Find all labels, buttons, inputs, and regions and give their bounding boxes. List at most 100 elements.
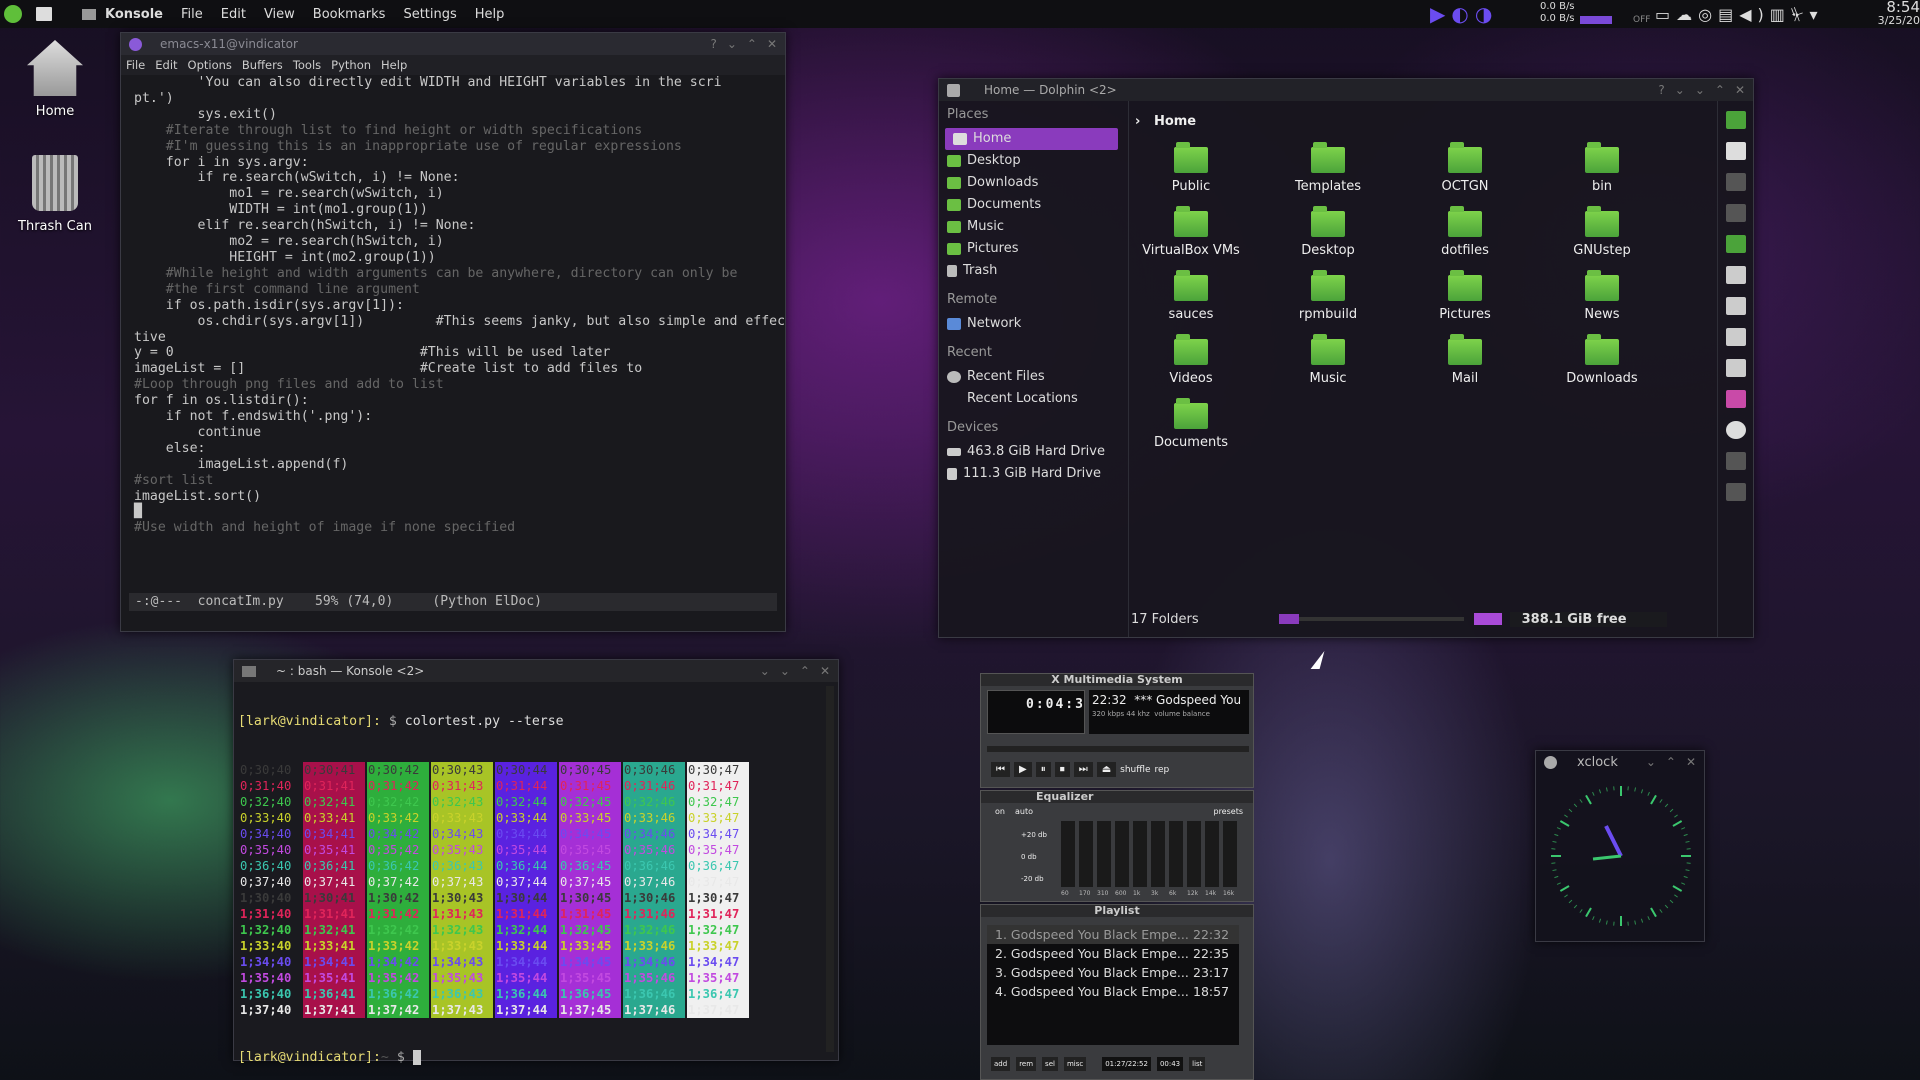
up-icon[interactable] (1725, 235, 1746, 253)
eq-presets-button[interactable]: presets (1213, 807, 1243, 816)
prev-button[interactable]: ⏮ (991, 762, 1010, 777)
folder-item[interactable]: dotfiles (1405, 206, 1525, 258)
emacs-menu-file[interactable]: File (126, 58, 145, 72)
playlist-row[interactable]: 3. Godspeed You Black Empe... 23:17 (987, 963, 1239, 982)
pl-list[interactable]: 1. Godspeed You Black Empe... 22:32 2. God… (987, 925, 1239, 1045)
xmms-main-window[interactable]: X Multimedia System 0:04:3 22:32 *** God… (980, 673, 1254, 788)
desktop-trash[interactable]: Thrash Can (10, 155, 100, 234)
window-list-icon[interactable] (36, 7, 52, 21)
place-recent-locations[interactable]: Recent Locations (939, 388, 1128, 410)
details-view-icon[interactable] (1725, 297, 1746, 315)
tray-icons[interactable]: ▭☁◎▤◀)▥⏧▾ (1655, 5, 1824, 25)
xmms-playlist[interactable]: Playlist 1. Godspeed You Black Empe... 22… (980, 904, 1254, 1080)
place-home[interactable]: Home (945, 128, 1118, 150)
eq-auto-toggle[interactable]: auto (1015, 807, 1033, 816)
place-network[interactable]: Network (939, 313, 1128, 335)
menu-bookmarks[interactable]: Bookmarks (313, 7, 386, 22)
maximize-button[interactable]: ⌃ (1715, 83, 1725, 97)
close-button[interactable]: ✕ (1735, 83, 1745, 97)
tools-icon[interactable] (1725, 483, 1746, 501)
eq-band[interactable]: 170 (1079, 821, 1093, 897)
folder-item[interactable]: Pictures (1405, 270, 1525, 322)
eye-icon[interactable] (1725, 421, 1746, 439)
folder-item[interactable]: bin (1542, 142, 1662, 194)
repeat-toggle[interactable]: rep (1155, 762, 1170, 777)
emacs-editor[interactable]: 'You can also directly edit WIDTH and HE… (121, 75, 785, 536)
eq-band[interactable]: 60 (1061, 821, 1075, 897)
eject-button[interactable]: ⏏ (1096, 762, 1117, 777)
help-button[interactable]: ? (710, 37, 716, 51)
pl-add-button[interactable]: add (991, 1057, 1011, 1071)
playlist-row[interactable]: 1. Godspeed You Black Empe... 22:32 (987, 925, 1239, 944)
next-button[interactable]: ⏭ (1073, 762, 1093, 777)
stop-button[interactable]: ⏹ (1054, 762, 1070, 777)
help-button[interactable]: ⌄ (760, 664, 770, 678)
place-trash[interactable]: Trash (939, 260, 1128, 282)
close-button[interactable]: ✕ (1686, 755, 1696, 769)
folder-view[interactable]: Public Templates OCTGN bin VirtualBox VMs Des… (1131, 139, 1681, 579)
dolphin-titlebar[interactable]: Home — Dolphin <2> ? ⌄ ⌄ ⌃ ✕ (939, 79, 1753, 101)
menu-edit[interactable]: Edit (221, 7, 246, 22)
eq-band[interactable]: 310 (1097, 821, 1111, 897)
maximize-button[interactable]: ⌃ (800, 664, 810, 678)
menu-help[interactable]: Help (475, 7, 505, 22)
place-recent-files[interactable]: Recent Files (939, 366, 1128, 388)
menu-file[interactable]: File (181, 7, 203, 22)
close-button[interactable]: ✕ (820, 664, 830, 678)
compact-view-icon[interactable] (1725, 328, 1746, 346)
shade-button[interactable]: ⌄ (1646, 755, 1656, 769)
keep-above-button[interactable]: ⌄ (1675, 83, 1685, 97)
emacs-titlebar[interactable]: emacs-x11@vindicator ? ⌄ ⌃ ✕ (121, 33, 785, 55)
emacs-menu-options[interactable]: Options (188, 58, 232, 72)
new-folder-icon[interactable] (1725, 111, 1746, 129)
konsole-titlebar[interactable]: ~ : bash — Konsole <2> ⌄ ⌄ ⌃ ✕ (234, 660, 838, 682)
terminal-scrollbar[interactable] (826, 686, 834, 1052)
eq-band[interactable]: 1k (1133, 821, 1147, 897)
folder-item[interactable]: Downloads (1542, 334, 1662, 386)
pl-sel-button[interactable]: sel (1042, 1057, 1058, 1071)
shuffle-toggle[interactable]: shuffle (1120, 762, 1150, 777)
desktop-home[interactable]: Home (10, 40, 100, 119)
toggle-label[interactable]: OFF (1633, 15, 1650, 25)
app-launcher-icon[interactable] (4, 5, 22, 23)
emacs-menu-edit[interactable]: Edit (155, 58, 177, 72)
new-file-icon[interactable] (1725, 142, 1746, 160)
eq-band[interactable]: 6k (1169, 821, 1183, 897)
menu-settings[interactable]: Settings (403, 7, 456, 22)
eq-band[interactable]: 600 (1115, 821, 1129, 897)
xclock-window[interactable]: xclock ⌄ ⌃ ✕ (1535, 750, 1705, 942)
menu-view[interactable]: View (264, 7, 295, 22)
pl-rem-button[interactable]: rem (1016, 1057, 1037, 1071)
pl-misc-button[interactable]: misc (1063, 1057, 1087, 1071)
back-icon[interactable] (1725, 173, 1746, 191)
place-pictures[interactable]: Pictures (939, 238, 1128, 260)
preview-icon[interactable] (1725, 390, 1746, 408)
maximize-button[interactable]: ⌃ (1666, 755, 1676, 769)
eq-on-toggle[interactable]: on (995, 807, 1005, 816)
folder-item[interactable]: Mail (1405, 334, 1525, 386)
terminal-icon[interactable] (1725, 452, 1746, 470)
xclock-titlebar[interactable]: xclock ⌄ ⌃ ✕ (1536, 751, 1704, 773)
emacs-menu-help[interactable]: Help (381, 58, 407, 72)
play-button[interactable]: ▶ (1014, 762, 1032, 777)
emacs-window[interactable]: emacs-x11@vindicator ? ⌄ ⌃ ✕ File Edit Opti… (120, 32, 786, 632)
shade-button[interactable]: ⌄ (1695, 83, 1705, 97)
eq-band[interactable]: 16k (1223, 821, 1237, 897)
forward-icon[interactable] (1725, 204, 1746, 222)
folder-item[interactable]: Desktop (1268, 206, 1388, 258)
split-icon[interactable] (1725, 359, 1746, 377)
close-button[interactable]: ✕ (767, 37, 777, 51)
dolphin-window[interactable]: Home — Dolphin <2> ? ⌄ ⌄ ⌃ ✕ Places Home Des… (938, 78, 1754, 638)
konsole-window[interactable]: ~ : bash — Konsole <2> ⌄ ⌄ ⌃ ✕ [lark@vindic… (233, 659, 839, 1065)
emacs-menu-tools[interactable]: Tools (293, 58, 321, 72)
place-documents[interactable]: Documents (939, 194, 1128, 216)
place-music[interactable]: Music (939, 216, 1128, 238)
shade-button[interactable]: ⌄ (727, 37, 737, 51)
eq-sliders[interactable]: 60 170 310 600 1k 3k 6k 12k 14k 16k (1061, 821, 1241, 899)
help-button[interactable]: ? (1658, 83, 1664, 97)
folder-item[interactable]: Documents (1131, 398, 1251, 450)
device-2[interactable]: 111.3 GiB Hard Drive (939, 463, 1128, 485)
eq-band[interactable]: 12k (1187, 821, 1201, 897)
folder-item[interactable]: Templates (1268, 142, 1388, 194)
zoom-slider[interactable] (1278, 614, 1464, 624)
